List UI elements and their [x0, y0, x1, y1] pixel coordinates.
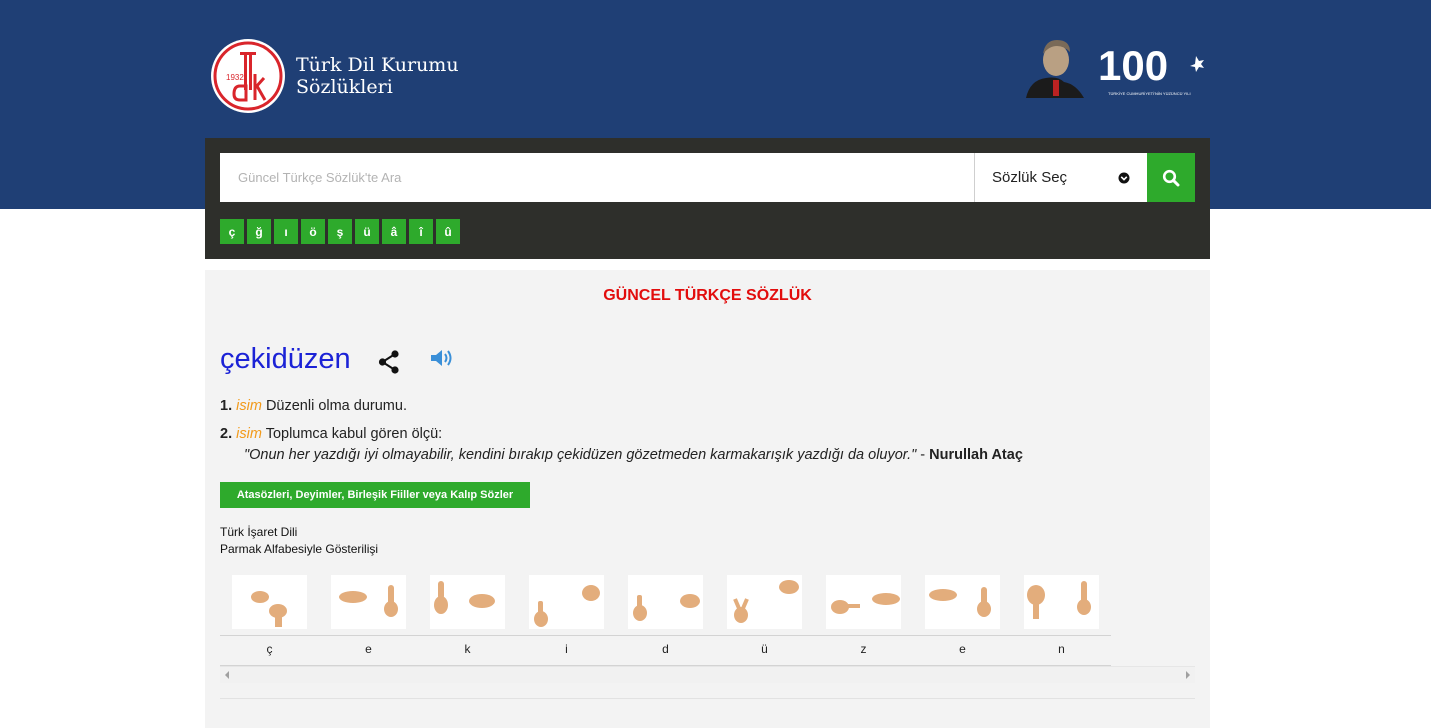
sign-letter-cell: e — [319, 570, 418, 666]
char-button[interactable]: ö — [301, 219, 325, 244]
char-button[interactable]: ğ — [247, 219, 271, 244]
hand-sign-image — [529, 575, 604, 629]
badge-number: 100 — [1098, 42, 1168, 89]
entry-word: çekidüzen — [220, 343, 351, 375]
meaning-number: 2. — [220, 426, 233, 442]
sign-letters-table: çekidüzen — [220, 570, 1111, 666]
char-button[interactable]: ş — [328, 219, 352, 244]
sign-letter-cell: ü — [715, 570, 814, 666]
logo-year: 1932 — [226, 73, 244, 82]
sign-letter-label: k — [464, 642, 471, 656]
sign-letter-cell: i — [517, 570, 616, 666]
star-icon — [1190, 56, 1204, 72]
ataturk-portrait-icon — [1022, 38, 1088, 98]
badge-caption: TÜRKİYE CUMHURİYETİ'NİN YÜZÜNCÜ YILI — [1108, 91, 1191, 96]
char-button[interactable]: ı — [274, 219, 298, 244]
hand-sign-image — [1024, 575, 1099, 629]
char-button[interactable]: â — [382, 219, 406, 244]
meaning-number: 1. — [220, 398, 233, 414]
sign-title-line1: Türk İşaret Dili — [220, 525, 298, 539]
hand-sign-image — [628, 575, 703, 629]
sign-letter-cell: d — [616, 570, 715, 666]
sign-language-strip: çekidüzen — [220, 570, 1195, 686]
dictionary-select-label: Sözlük Seç — [992, 169, 1068, 186]
divider — [220, 698, 1195, 699]
dictionary-select[interactable]: Sözlük Seç — [974, 153, 1147, 202]
meaning-pos: isim — [236, 426, 262, 442]
tdk-seal-logo: 1932 — [211, 39, 285, 113]
horizontal-scrollbar[interactable] — [220, 666, 1195, 683]
sign-letter-label: i — [565, 642, 568, 656]
hand-sign-image — [727, 575, 802, 629]
sign-letter-label: z — [860, 642, 867, 656]
chevron-down-icon — [1118, 172, 1130, 183]
share-icon[interactable] — [378, 350, 400, 374]
logo-line2: Sözlükleri — [296, 76, 393, 98]
sign-letter-label: ü — [761, 642, 768, 656]
tdk-logo[interactable]: 1932 Türk Dil Kurumu Sözlükleri — [210, 38, 459, 114]
special-char-row: ç ğ ı ö ş ü â î û — [220, 219, 463, 244]
sign-letter-label: n — [1058, 642, 1065, 656]
search-icon — [1162, 169, 1180, 186]
sign-letter-cell: e — [913, 570, 1012, 666]
sign-letter-label: ç — [266, 642, 273, 656]
sign-letter-cell: ç — [220, 570, 319, 666]
scroll-right-icon[interactable] — [1186, 671, 1190, 679]
sign-title-line2: Parmak Alfabesiyle Gösterilişi — [220, 542, 379, 556]
entry-content: GÜNCEL TÜRKÇE SÖZLÜK çekidüzen 1. isim D… — [205, 270, 1210, 728]
hand-sign-image — [430, 575, 505, 629]
example-sentence: "Onun her yazdığı iyi olmayabilir, kendi… — [244, 447, 1023, 463]
hand-sign-image — [826, 575, 901, 629]
republic-100-year-badge: 100 TÜRKİYE CUMHURİYETİ'NİN YÜZÜNCÜ YILI — [1022, 38, 1204, 98]
char-button[interactable]: ç — [220, 219, 244, 244]
hand-sign-image — [232, 575, 307, 629]
section-title: GÜNCEL TÜRKÇE SÖZLÜK — [603, 287, 812, 304]
hand-sign-image — [331, 575, 406, 629]
example-author: Nurullah Ataç — [929, 447, 1023, 463]
sign-letter-cell: k — [418, 570, 517, 666]
sign-letter-label: e — [959, 642, 966, 656]
hand-sign-image — [925, 575, 1000, 629]
char-button[interactable]: ü — [355, 219, 379, 244]
sign-letter-label: d — [662, 642, 669, 656]
sign-letter-cell: n — [1012, 570, 1111, 666]
meaning-text: Toplumca kabul gören ölçü: — [265, 426, 443, 442]
char-button[interactable]: û — [436, 219, 460, 244]
meaning-1: 1. isim Düzenli olma durumu. — [220, 398, 407, 414]
char-button[interactable]: î — [409, 219, 433, 244]
example-separator: - — [916, 447, 930, 463]
sign-language-title: Türk İşaret Dili Parmak Alfabesiyle Göst… — [220, 524, 378, 558]
search-panel: Sözlük Seç ç ğ ı ö ş ü â î û — [205, 138, 1210, 259]
scroll-left-icon[interactable] — [225, 671, 229, 679]
meaning-text: Düzenli olma durumu. — [265, 398, 407, 414]
meaning-2: 2. isim Toplumca kabul gören ölçü: — [220, 426, 442, 442]
idioms-button[interactable]: Atasözleri, Deyimler, Birleşik Fiiller v… — [220, 482, 530, 508]
example-quote: "Onun her yazdığı iyi olmayabilir, kendi… — [244, 447, 917, 463]
search-input[interactable] — [220, 153, 974, 202]
logo-text: Türk Dil Kurumu Sözlükleri — [296, 54, 459, 98]
meaning-pos: isim — [236, 398, 262, 414]
search-button[interactable] — [1147, 153, 1195, 202]
speaker-icon[interactable] — [430, 347, 454, 369]
logo-line1: Türk Dil Kurumu — [296, 54, 459, 76]
sign-letter-label: e — [365, 642, 372, 656]
sign-letter-cell: z — [814, 570, 913, 666]
